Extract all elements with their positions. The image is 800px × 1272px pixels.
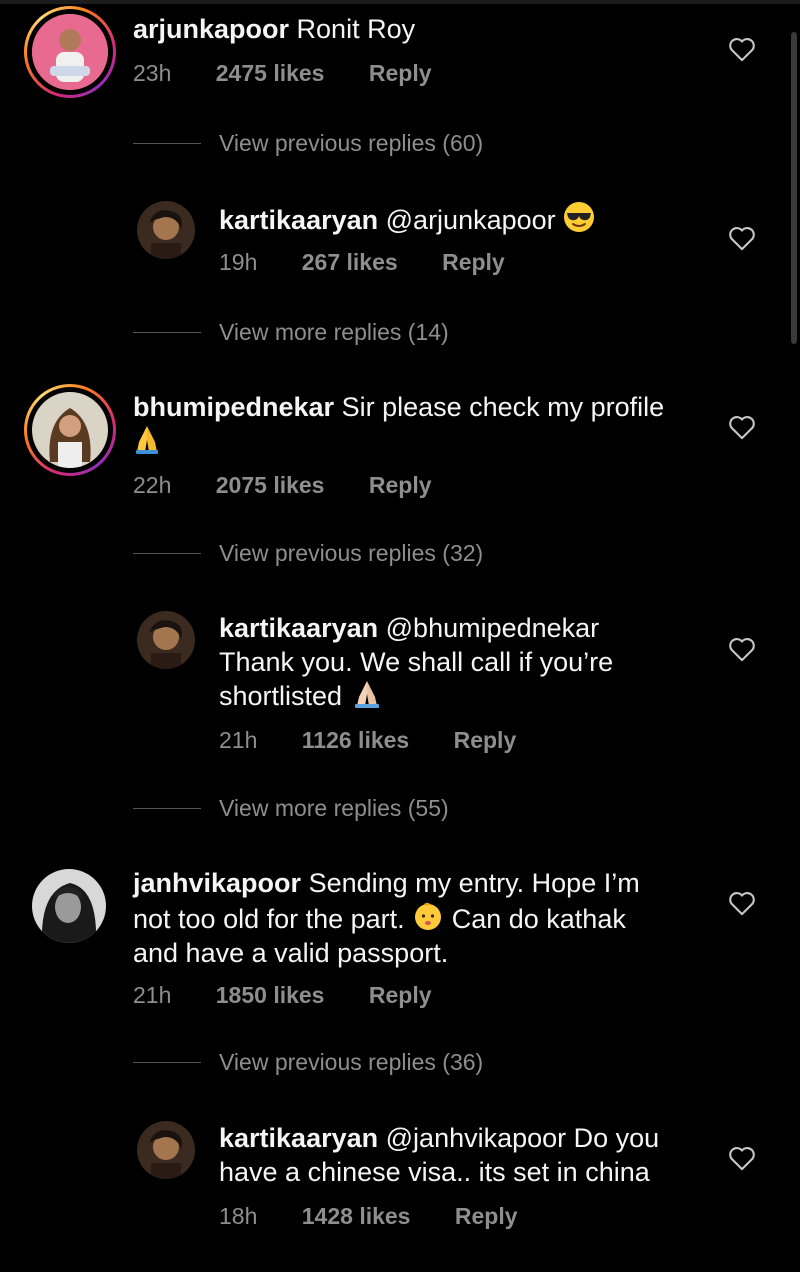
heart-icon[interactable]	[728, 636, 756, 662]
reply-button[interactable]: Reply	[369, 982, 432, 1008]
comment-body-line2b: Can do kathak	[451, 904, 626, 934]
comment-body: Ronit Roy	[296, 14, 416, 44]
scrollbar[interactable]	[791, 32, 797, 344]
avatar-kartikaaryan[interactable]	[137, 1121, 195, 1179]
reply-body-line3: shortlisted	[219, 681, 343, 711]
comment-body-line1: Sending my entry. Hope I’m	[308, 868, 640, 898]
comment-body-line2a: not too old for the part.	[133, 904, 405, 934]
view-previous-replies-label[interactable]: View previous replies (60)	[219, 130, 483, 157]
profile-photo-arjunkapoor	[32, 14, 108, 90]
avatar-janhvikapoor[interactable]	[32, 869, 106, 943]
folded-hands-emoji	[136, 426, 158, 454]
likes-count[interactable]: 1428 likes	[302, 1203, 411, 1229]
username-link[interactable]: arjunkapoor	[133, 14, 289, 44]
reply-text: kartikaaryan @arjunkapoor	[219, 201, 595, 237]
comment-meta: 21h 1850 likes Reply	[133, 982, 470, 1009]
reply-meta: 18h 1428 likes Reply	[219, 1203, 556, 1230]
timestamp: 19h	[219, 249, 258, 275]
divider-dash	[133, 808, 201, 809]
reply-text: kartikaaryan @bhumipednekar Thank you. W…	[219, 611, 613, 713]
avatar-arjunkapoor[interactable]	[24, 6, 116, 98]
reply-body-line2: Thank you. We shall call if you’re	[219, 647, 614, 677]
view-more-replies[interactable]: View more replies (14)	[133, 319, 449, 346]
heart-icon[interactable]	[728, 414, 756, 440]
reply-meta: 19h 267 likes Reply	[219, 249, 543, 276]
timestamp: 18h	[219, 1203, 258, 1229]
view-previous-replies-label[interactable]: View previous replies (32)	[219, 540, 483, 567]
likes-count[interactable]: 1850 likes	[216, 982, 325, 1008]
view-previous-replies[interactable]: View previous replies (32)	[133, 540, 483, 567]
reply-body: @arjunkapoor	[385, 205, 556, 235]
comment-body-line3: and have a valid passport.	[133, 938, 449, 968]
profile-photo-kartikaaryan	[137, 611, 195, 669]
view-more-replies-label[interactable]: View more replies (55)	[219, 795, 449, 822]
divider-dash	[133, 332, 201, 333]
username-link[interactable]: kartikaaryan	[219, 1123, 378, 1153]
profile-photo-bhumipednekar	[32, 392, 108, 468]
comment-body: Sir please check my profile	[341, 392, 665, 422]
folded-hands-emoji	[354, 681, 379, 708]
heart-icon[interactable]	[728, 890, 756, 916]
reply-button[interactable]: Reply	[455, 1203, 518, 1229]
comment-text: arjunkapoor Ronit Roy	[133, 12, 415, 46]
avatar-kartikaaryan[interactable]	[137, 611, 195, 669]
likes-count[interactable]: 2475 likes	[216, 60, 325, 86]
reply-text: kartikaaryan @janhvikapoor Do you have a…	[219, 1121, 659, 1189]
comment-text: janhvikapoor Sending my entry. Hope I’m …	[133, 866, 640, 970]
divider-dash	[133, 1062, 201, 1063]
view-previous-replies[interactable]: View previous replies (60)	[133, 130, 483, 157]
username-link[interactable]: bhumipednekar	[133, 392, 334, 422]
divider-dash	[133, 553, 201, 554]
heart-icon[interactable]	[728, 36, 756, 62]
reply-body-line2: have a chinese visa.. its set in china	[219, 1157, 650, 1187]
profile-photo-janhvikapoor	[32, 869, 106, 943]
profile-photo-kartikaaryan	[137, 201, 195, 259]
timestamp: 22h	[133, 472, 172, 498]
top-edge	[0, 0, 800, 4]
likes-count[interactable]: 267 likes	[302, 249, 398, 275]
likes-count[interactable]: 1126 likes	[302, 727, 409, 753]
comment-text: bhumipednekar Sir please check my profil…	[133, 390, 664, 458]
reply-button[interactable]: Reply	[369, 60, 432, 86]
comment-meta: 22h 2075 likes Reply	[133, 472, 470, 499]
comment-meta: 23h 2475 likes Reply	[133, 60, 470, 87]
timestamp: 21h	[219, 727, 258, 753]
reply-button[interactable]: Reply	[369, 472, 432, 498]
likes-count[interactable]: 2075 likes	[216, 472, 325, 498]
view-more-replies-label[interactable]: View more replies (14)	[219, 319, 449, 346]
view-previous-replies-label[interactable]: View previous replies (36)	[219, 1049, 483, 1076]
username-link[interactable]: janhvikapoor	[133, 868, 301, 898]
reply-body-line1: @bhumipednekar	[385, 613, 600, 643]
view-more-replies[interactable]: View more replies (55)	[133, 795, 449, 822]
avatar-kartikaaryan[interactable]	[137, 201, 195, 259]
heart-icon[interactable]	[728, 1145, 756, 1171]
reply-button[interactable]: Reply	[442, 249, 505, 275]
sunglasses-emoji	[564, 202, 595, 232]
username-link[interactable]: kartikaaryan	[219, 613, 378, 643]
reply-body-line1: @janhvikapoor Do you	[385, 1123, 660, 1153]
timestamp: 23h	[133, 60, 172, 86]
reply-button[interactable]: Reply	[454, 727, 517, 753]
timestamp: 21h	[133, 982, 172, 1008]
heart-icon[interactable]	[728, 225, 756, 251]
divider-dash	[133, 143, 201, 144]
username-link[interactable]: kartikaaryan	[219, 205, 378, 235]
view-previous-replies[interactable]: View previous replies (36)	[133, 1049, 483, 1076]
baby-emoji	[415, 902, 442, 930]
avatar-bhumipednekar[interactable]	[24, 384, 116, 476]
reply-meta: 21h 1126 likes Reply	[219, 727, 554, 754]
profile-photo-kartikaaryan	[137, 1121, 195, 1179]
